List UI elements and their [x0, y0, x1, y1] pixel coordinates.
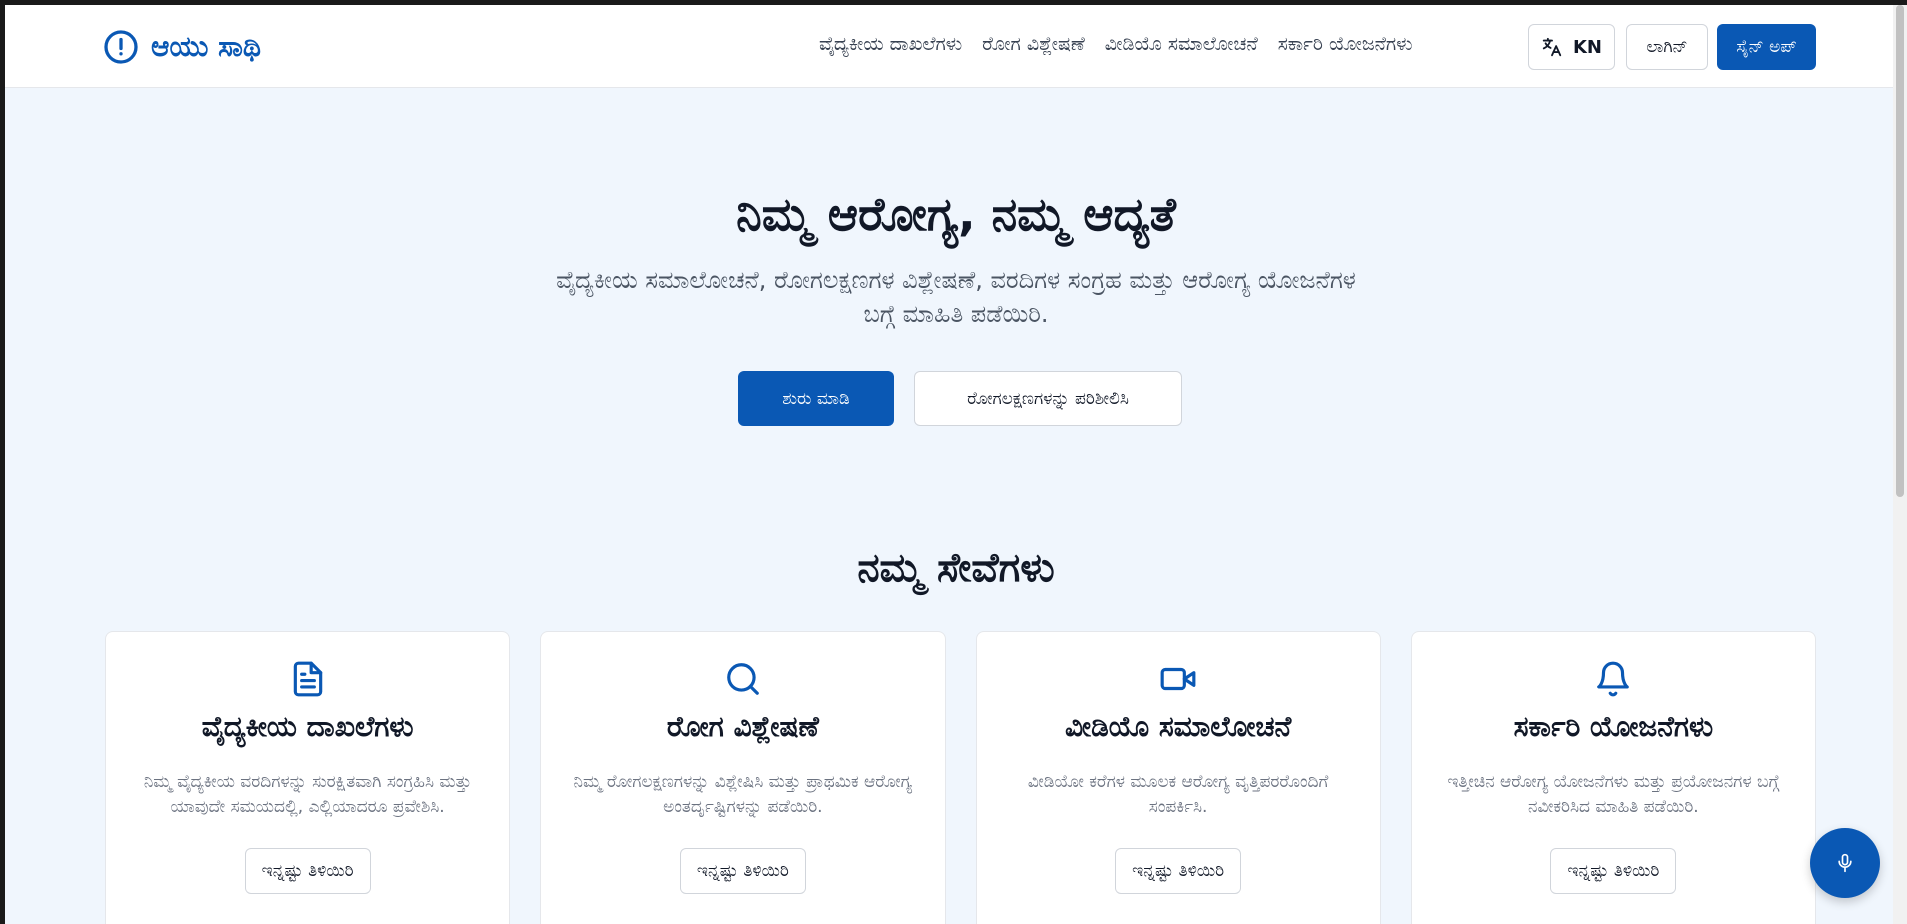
card-title: ವೈದ್ಯಕೀಯ ದಾಖಲೆಗಳು: [201, 710, 414, 743]
card-title: ವೀಡಿಯೊ ಸಮಾಲೋಚನೆ: [1065, 710, 1292, 743]
service-card-government-schemes: ಸರ್ಕಾರಿ ಯೋಜನೆಗಳು ಇತ್ತೀಚಿನ ಆರೋಗ್ಯ ಯೋಜನೆಗಳ…: [1410, 631, 1816, 924]
service-card-video-consultation: ವೀಡಿಯೊ ಸಮಾಲೋಚನೆ ವೀಡಿಯೋ ಕರೆಗಳ ಮೂಲಕ ಆರೋಗ್ಯ…: [975, 631, 1381, 924]
card-title: ರೋಗ ವಿಶ್ಲೇಷಣೆ: [666, 710, 819, 743]
main-nav: ವೈದ್ಯಕೀಯ ದಾಖಲೆಗಳು ರೋಗ ವಿಶ್ಲೇಷಣೆ ವೀಡಿಯೊ ಸ…: [819, 33, 1413, 55]
video-camera-icon: [1160, 667, 1196, 691]
card-description: ನಿಮ್ಮ ರೋಗಲಕ್ಷಣಗಳನ್ನು ವಿಶ್ಲೇಷಿಸಿ ಮತ್ತು ಪ್…: [573, 772, 913, 817]
card-description: ನಿಮ್ಮ ವೈದ್ಯಕೀಯ ವರದಿಗಳನ್ನು ಸುರಕ್ಷಿತವಾಗಿ ಸ…: [143, 772, 472, 817]
nav-video-consultation[interactable]: ವೀಡಿಯೊ ಸಮಾಲೋಚನೆ: [1105, 33, 1258, 55]
login-button[interactable]: ಲಾಗಿನ್: [1626, 24, 1708, 70]
card-description: ವೀಡಿಯೋ ಕರೆಗಳ ಮೂಲಕ ಆರೋಗ್ಯ ವೃತ್ತಿಪರರೊಂದಿಗೆ…: [1027, 772, 1329, 817]
microphone-icon: [1838, 853, 1852, 873]
hero-subtitle: ವೈದ್ಯಕೀಯ ಸಮಾಲೋಚನೆ, ರೋಗಲಕ್ಷಣಗಳ ವಿಶ್ಲೇಷಣೆ,…: [556, 266, 1356, 328]
page-scrollbar[interactable]: [1893, 5, 1907, 924]
app-window: ಆಯು ಸಾಥಿ ವೈದ್ಯಕೀಯ ದಾಖಲೆಗಳು ರೋಗ ವಿಶ್ಲೇಷಣೆ…: [0, 0, 1907, 924]
service-card-medical-records: ವೈದ್ಯಕೀಯ ದಾಖಲೆಗಳು ನಿಮ್ಮ ವೈದ್ಯಕೀಯ ವರದಿಗಳನ…: [105, 631, 511, 924]
voice-assistant-button[interactable]: [1810, 828, 1880, 898]
signup-button[interactable]: ಸೈನ್ ಅಪ್: [1717, 24, 1816, 70]
nav-disease-analysis[interactable]: ರೋಗ ವಿಶ್ಲೇಷಣೆ: [982, 33, 1085, 55]
get-started-button[interactable]: ಶುರು ಮಾಡಿ: [738, 371, 894, 426]
service-card-disease-analysis: ರೋಗ ವಿಶ್ಲೇಷಣೆ ನಿಮ್ಮ ರೋಗಲಕ್ಷಣಗಳನ್ನು ವಿಶ್ಲ…: [540, 631, 946, 924]
services-heading: ನಮ್ಮ ಸೇವೆಗಳು: [857, 545, 1055, 591]
brand-logo[interactable]: ಆಯು ಸಾಥಿ: [103, 27, 261, 67]
translate-icon: [1542, 37, 1562, 57]
language-label: KN: [1572, 36, 1602, 58]
learn-more-button[interactable]: ಇನ್ನಷ್ಟು ತಿಳಿಯಿರಿ: [679, 848, 806, 894]
hero-title: ನಿಮ್ಮ ಆರೋಗ್ಯ, ನಮ್ಮ ಆದ್ಯತೆ: [736, 187, 1176, 241]
brand-name: ಆಯು ಸಾಥಿ: [151, 30, 261, 63]
scrollbar-thumb[interactable]: [1896, 5, 1904, 497]
bell-icon: [1597, 661, 1630, 697]
nav-medical-records[interactable]: ವೈದ್ಯಕೀಯ ದಾಖಲೆಗಳು: [819, 33, 962, 55]
card-title: ಸರ್ಕಾರಿ ಯೋಜನೆಗಳು: [1513, 710, 1714, 743]
learn-more-button[interactable]: ಇನ್ನಷ್ಟು ತಿಳಿಯಿರಿ: [1550, 848, 1677, 894]
card-description: ಇತ್ತೀಚಿನ ಆರೋಗ್ಯ ಯೋಜನೆಗಳು ಮತ್ತು ಪ್ರಯೋಜನಗಳ…: [1447, 772, 1780, 817]
search-icon: [727, 663, 759, 695]
check-symptoms-button[interactable]: ರೋಗಲಕ್ಷಣಗಳನ್ನು ಪರಿಶೀಲಿಸಿ: [914, 371, 1182, 426]
learn-more-button[interactable]: ಇನ್ನಷ್ಟು ತಿಳಿಯಿರಿ: [244, 848, 371, 894]
services-cards: ವೈದ್ಯಕೀಯ ದಾಖಲೆಗಳು ನಿಮ್ಮ ವೈದ್ಯಕೀಯ ವರದಿಗಳನ…: [105, 631, 1816, 924]
document-icon: [293, 661, 322, 697]
alert-circle-icon: [104, 30, 138, 64]
nav-government-schemes[interactable]: ಸರ್ಕಾರಿ ಯೋಜನೆಗಳು: [1278, 33, 1413, 55]
top-navbar: ಆಯು ಸಾಥಿ ವೈದ್ಯಕೀಯ ದಾಖಲೆಗಳು ರೋಗ ವಿಶ್ಲೇಷಣೆ…: [5, 5, 1907, 88]
learn-more-button[interactable]: ಇನ್ನಷ್ಟು ತಿಳಿಯಿರಿ: [1115, 848, 1242, 894]
language-selector-button[interactable]: KN: [1528, 24, 1615, 70]
